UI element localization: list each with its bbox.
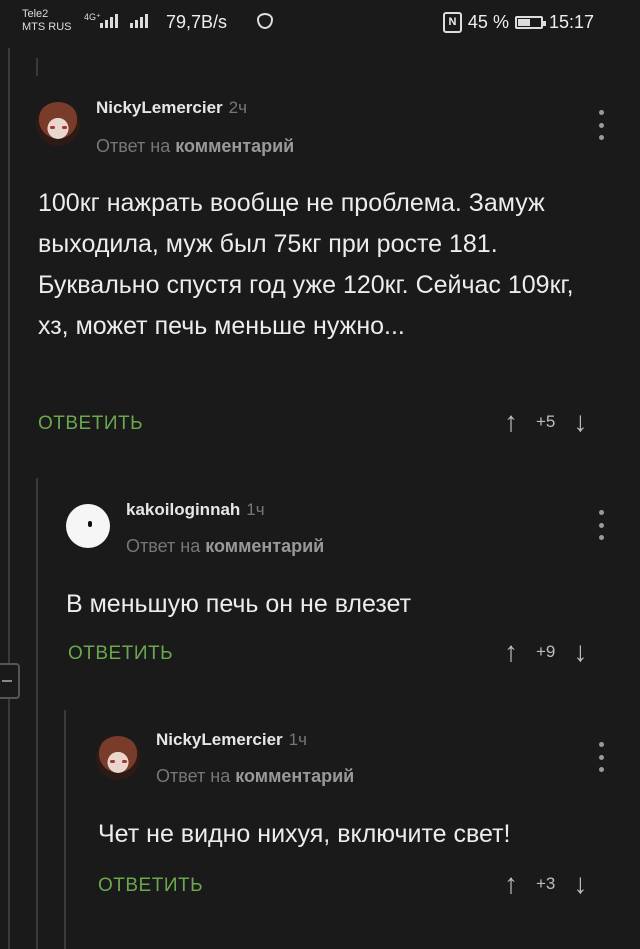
downvote-icon[interactable]: ↓ xyxy=(573,408,587,436)
score: +5 xyxy=(536,412,556,431)
reply-to-link[interactable]: комментарий xyxy=(205,536,324,556)
downvote-icon[interactable]: ↓ xyxy=(573,870,587,898)
reply-to-prefix: Ответ на xyxy=(126,536,201,556)
vote-controls: ↑ +9 ↓ xyxy=(504,638,587,666)
battery-percent: 45 % xyxy=(467,12,509,32)
score: +9 xyxy=(536,642,556,661)
status-right: N 45 % 15:17 xyxy=(442,12,594,33)
reply-to-prefix: Ответ на xyxy=(156,766,231,786)
avatar[interactable] xyxy=(96,736,140,780)
clock: 15:17 xyxy=(548,12,594,32)
reply-button[interactable]: ОТВЕТИТЬ xyxy=(38,413,143,435)
network-tag: 4G⁺ xyxy=(84,12,101,22)
author-label[interactable]: kakoiloginnah xyxy=(126,500,240,519)
upvote-icon[interactable]: ↑ xyxy=(504,870,518,898)
thread-line-level-1 xyxy=(36,478,38,949)
score: +3 xyxy=(536,874,556,893)
signal-icon-2 xyxy=(130,14,148,28)
more-options-icon[interactable] xyxy=(598,110,604,140)
avatar[interactable] xyxy=(36,102,80,146)
avatar[interactable] xyxy=(66,504,110,548)
comment-text: В меньшую печь он не влезет xyxy=(66,590,412,618)
status-bar: Tele2 MTS RUS 4G⁺ 79,7B/s N 45 % 15:17 xyxy=(0,0,640,48)
vpn-icon xyxy=(257,13,273,29)
thread-line-root xyxy=(8,48,10,949)
carrier-1: Tele2 xyxy=(22,8,49,20)
reply-button[interactable]: ОТВЕТИТЬ xyxy=(98,875,203,897)
author-name[interactable]: kakoiloginnah 1ч xyxy=(126,500,265,520)
reply-to-link[interactable]: комментарий xyxy=(235,766,354,786)
comment-text: 100кг нажрать вообще не проблема. Замуж … xyxy=(38,189,574,340)
vote-controls: ↑ +5 ↓ xyxy=(504,408,587,436)
reply-button[interactable]: ОТВЕТИТЬ xyxy=(68,643,173,665)
comment-time: 1ч xyxy=(288,730,307,749)
author-name[interactable]: NickyLemercier 1ч xyxy=(156,730,307,750)
comment-time: 1ч xyxy=(246,500,265,519)
upvote-icon[interactable]: ↑ xyxy=(504,638,518,666)
carrier-info: Tele2 MTS RUS xyxy=(22,8,72,34)
reply-to: Ответ на комментарий xyxy=(96,136,294,157)
author-label[interactable]: NickyLemercier xyxy=(156,730,283,749)
nfc-icon: N xyxy=(442,12,462,33)
collapse-thread-button[interactable] xyxy=(0,663,20,699)
reply-to: Ответ на комментарий xyxy=(126,536,324,557)
reply-to-prefix: Ответ на xyxy=(96,136,171,156)
reply-to: Ответ на комментарий xyxy=(156,766,354,787)
carrier-2: MTS RUS xyxy=(22,21,72,33)
downvote-icon[interactable]: ↓ xyxy=(573,638,587,666)
signal-icon xyxy=(100,14,118,28)
more-options-icon[interactable] xyxy=(598,510,604,540)
comment-text: Чет не видно нихуя, включите свет! xyxy=(98,820,511,848)
upvote-icon[interactable]: ↑ xyxy=(504,408,518,436)
battery-icon xyxy=(514,16,546,29)
thread-line-top xyxy=(36,58,38,76)
more-options-icon[interactable] xyxy=(598,742,604,772)
comment-time: 2ч xyxy=(228,98,247,117)
thread-line-level-2 xyxy=(64,710,66,949)
vote-controls: ↑ +3 ↓ xyxy=(504,870,587,898)
author-name[interactable]: NickyLemercier 2ч xyxy=(96,98,247,118)
reply-to-link[interactable]: комментарий xyxy=(175,136,294,156)
net-speed: 79,7B/s xyxy=(166,12,228,32)
author-label[interactable]: NickyLemercier xyxy=(96,98,223,117)
